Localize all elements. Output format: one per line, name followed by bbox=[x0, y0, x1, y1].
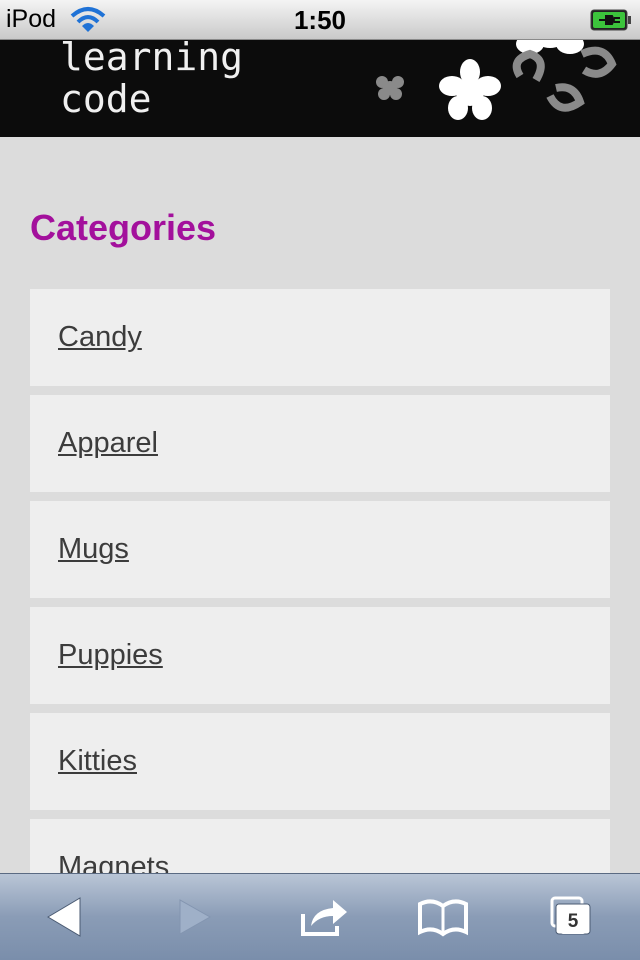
battery-charging-icon bbox=[590, 9, 631, 31]
category-link[interactable]: Kitties bbox=[58, 745, 137, 778]
category-item-mugs[interactable]: Mugs bbox=[30, 501, 610, 598]
flower-decoration bbox=[376, 40, 617, 120]
bookmarks-button[interactable] bbox=[416, 892, 470, 942]
category-item-candy[interactable]: Candy bbox=[30, 289, 610, 386]
logo-line-1: learning bbox=[60, 40, 244, 79]
category-link[interactable]: Magnets bbox=[58, 851, 169, 873]
category-list: Candy Apparel Mugs Puppies Kitties Magne… bbox=[30, 289, 610, 873]
category-link[interactable]: Mugs bbox=[58, 533, 129, 566]
category-item-kitties[interactable]: Kitties bbox=[30, 713, 610, 810]
forward-button[interactable] bbox=[166, 892, 220, 942]
category-link[interactable]: Candy bbox=[58, 321, 142, 354]
back-arrow-icon bbox=[47, 897, 81, 937]
forward-arrow-icon bbox=[179, 899, 212, 935]
tabs-button[interactable]: 5 bbox=[546, 892, 600, 942]
tabs-count-badge: 5 bbox=[560, 910, 586, 934]
site-logo[interactable]: learning code bbox=[60, 40, 243, 120]
share-button[interactable] bbox=[297, 892, 351, 942]
category-link[interactable]: Apparel bbox=[58, 427, 158, 460]
category-item-magnets[interactable]: Magnets bbox=[30, 819, 610, 873]
browser-toolbar: 5 bbox=[0, 873, 640, 960]
logo-line-2: code bbox=[60, 77, 152, 121]
back-button[interactable] bbox=[38, 892, 92, 942]
category-link[interactable]: Puppies bbox=[58, 639, 163, 672]
category-item-apparel[interactable]: Apparel bbox=[30, 395, 610, 492]
page-title: Categories bbox=[30, 207, 217, 248]
status-time: 1:50 bbox=[293, 5, 347, 35]
bookmarks-book-icon bbox=[418, 899, 468, 937]
status-bar: iPod 1:50 bbox=[0, 0, 640, 40]
share-icon bbox=[301, 900, 347, 936]
main-content: Categories Candy Apparel Mugs Puppies Ki… bbox=[0, 137, 640, 873]
category-item-puppies[interactable]: Puppies bbox=[30, 607, 610, 704]
site-header-banner: learning code bbox=[0, 40, 640, 137]
